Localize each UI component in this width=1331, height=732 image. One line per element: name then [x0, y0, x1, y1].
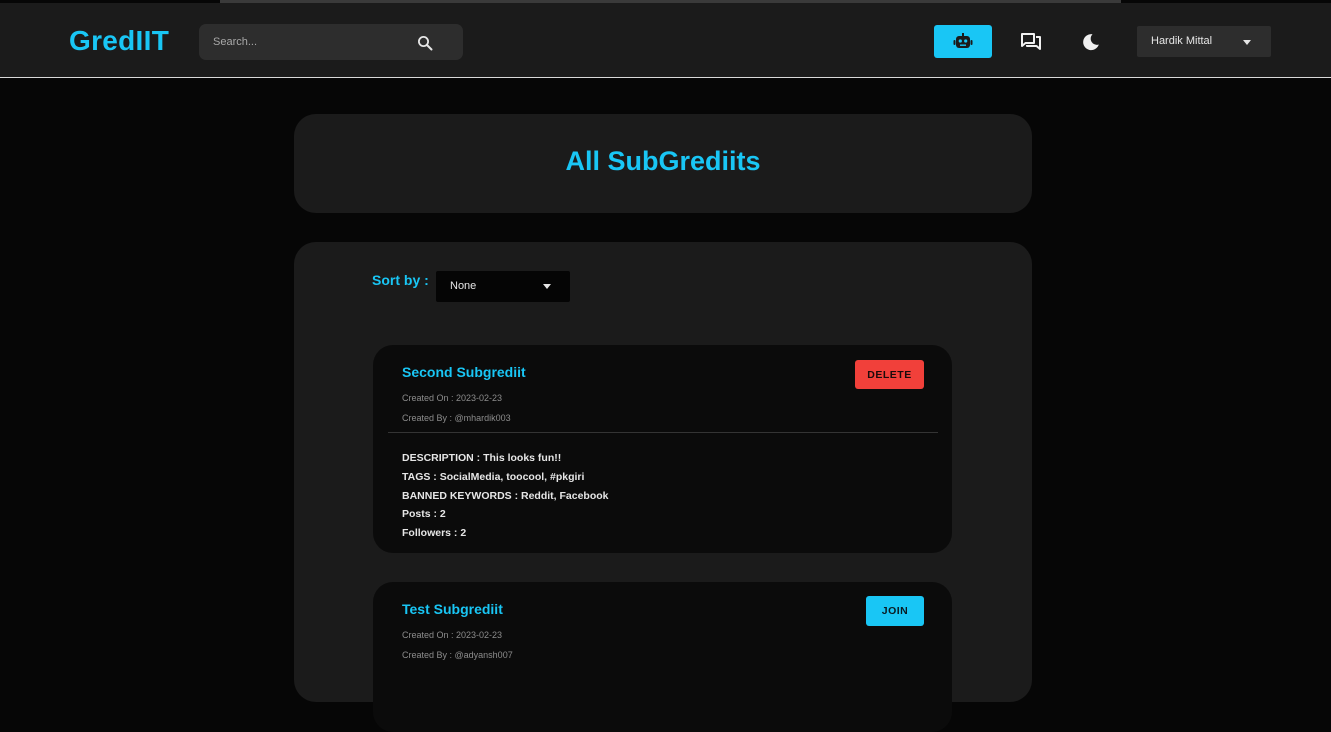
chevron-down-icon: [543, 284, 551, 289]
description: DESCRIPTION : This looks fun!!: [402, 452, 562, 464]
subgrediit-name[interactable]: Second Subgrediit: [402, 364, 526, 380]
search-icon[interactable]: [417, 35, 433, 51]
chat-button[interactable]: [1019, 30, 1043, 54]
created-by: Created By : @mhardik003: [402, 413, 511, 423]
banned-keywords: BANNED KEYWORDS : Reddit, Facebook: [402, 489, 609, 502]
posts-count: Posts : 2: [402, 508, 446, 521]
robot-icon: [953, 32, 973, 48]
user-menu-dropdown[interactable]: Hardik Mittal: [1137, 26, 1271, 57]
join-button[interactable]: JOIN: [866, 596, 924, 626]
created-on: Created On : 2023-02-23: [402, 630, 503, 640]
subgrediit-card[interactable]: Test Subgrediit JOIN Created On : 2023-0…: [373, 582, 952, 732]
followers-count: Followers : 2: [402, 527, 467, 540]
subgrediit-name[interactable]: Test Subgrediit: [402, 601, 503, 617]
subgrediit-list-panel: Sort by : None Second Subgrediit DELETE …: [294, 242, 1032, 732]
title-card: All SubGrediits: [294, 114, 1032, 213]
subgrediit-details: DESCRIPTION : This looks fun!! TAGS : So…: [402, 449, 609, 543]
theme-toggle-button[interactable]: [1079, 30, 1103, 54]
user-name: Hardik Mittal: [1151, 35, 1213, 47]
created-on: Created On : 2023-02-23: [402, 393, 503, 403]
tags: TAGS : SocialMedia, toocool, #pkgiri: [402, 470, 585, 483]
chevron-down-icon: [1243, 40, 1251, 45]
sort-label: Sort by :: [372, 272, 429, 288]
bot-button[interactable]: [934, 25, 992, 58]
sort-select[interactable]: None: [436, 271, 570, 302]
chat-icon: [1021, 33, 1041, 50]
search-box: [199, 24, 463, 60]
subgrediit-card[interactable]: Second Subgrediit DELETE Created On : 20…: [373, 345, 952, 553]
delete-button[interactable]: DELETE: [855, 360, 924, 389]
navbar: GredIIT Hardik Mittal: [0, 3, 1331, 78]
card-divider: [388, 432, 938, 433]
created-by: Created By : @adyansh007: [402, 650, 513, 660]
sort-selected-value: None: [450, 280, 477, 292]
search-input[interactable]: [213, 24, 413, 60]
page-title: All SubGrediits: [565, 146, 761, 176]
moon-icon: [1083, 34, 1099, 51]
brand-logo[interactable]: GredIIT: [69, 25, 169, 57]
